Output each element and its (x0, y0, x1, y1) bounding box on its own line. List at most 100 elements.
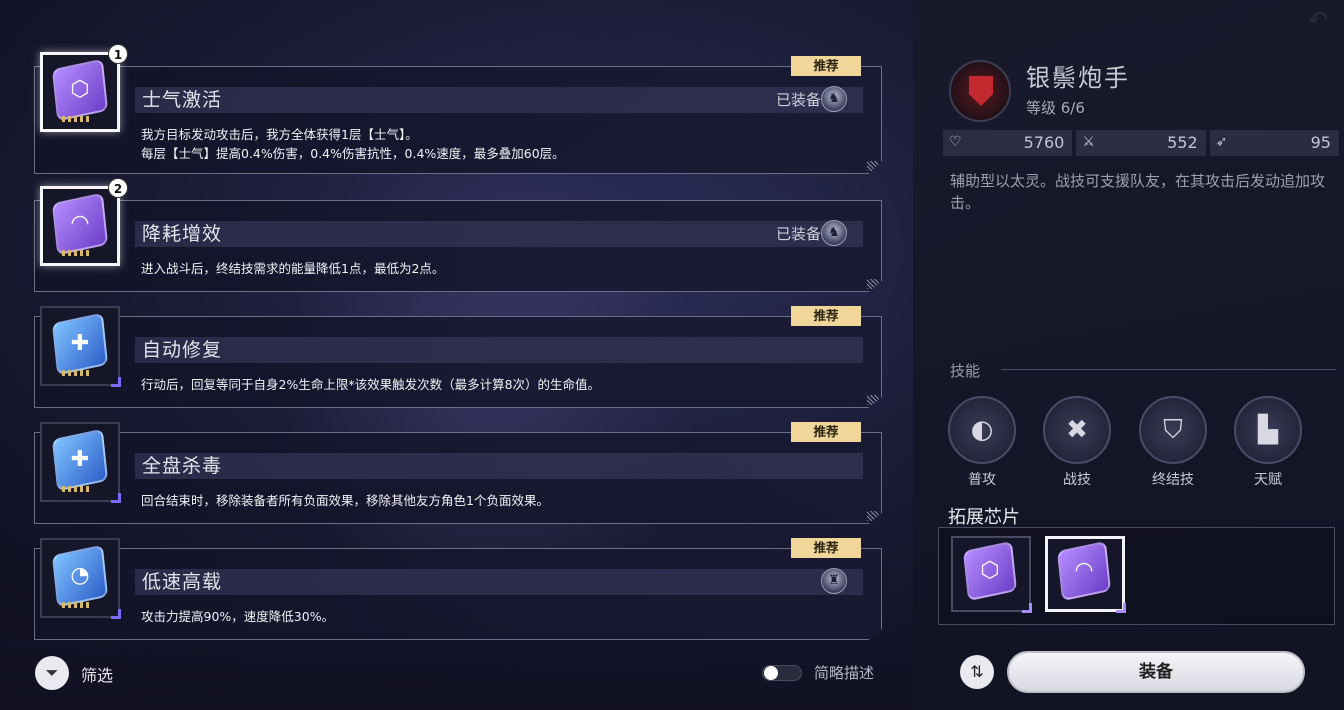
skill-ultimate[interactable]: ⛉ 终结技 (1138, 396, 1208, 489)
corner-accent (111, 377, 121, 387)
recommended-tag: 推荐 (791, 56, 861, 76)
corner-decoration (867, 395, 879, 405)
name-bar (135, 453, 863, 479)
chip-description: 回合结束时，移除装备者所有负面效果，移除其他友方角色1个负面效果。 (141, 493, 549, 508)
skill-basic-attack[interactable]: ◐ 普攻 (947, 396, 1017, 489)
name-bar (135, 87, 863, 113)
chip-name: 士气激活 (142, 89, 223, 111)
skill-icon: ✖ (1043, 396, 1111, 464)
chip-name: 自动修复 (142, 339, 223, 361)
corner-accent (1022, 603, 1032, 613)
corner-accent (1116, 603, 1126, 613)
equip-button[interactable]: 装备 (1007, 651, 1305, 693)
skill-label: 天赋 (1254, 472, 1282, 488)
boost-icon: ◠ (1074, 558, 1094, 583)
talent-icon: ▙ (1234, 396, 1302, 464)
bottom-toolbar: ⏷ 筛选 简略描述 (0, 640, 912, 710)
chip-pins (62, 486, 92, 492)
chip-name: 全盘杀毒 (142, 455, 223, 477)
boost-icon: ◠ (70, 211, 90, 236)
slot-number-badge: 1 (108, 44, 128, 64)
heart-icon: ♡ (949, 134, 962, 150)
chip-pins (62, 602, 92, 608)
stat-atk-value: 552 (1167, 133, 1198, 152)
stats-row: ♡ 5760 ⚔ 552 ➶ 95 (943, 130, 1339, 156)
toggle-knob (764, 666, 778, 680)
filter-label[interactable]: 筛选 (81, 662, 113, 686)
shield-icon (969, 76, 993, 106)
filter-icon[interactable]: ⏷ (35, 656, 69, 690)
swap-icon[interactable]: ⇅ (960, 655, 994, 689)
chip-description: 攻击力提高90%，速度降低30%。 (141, 609, 335, 624)
skill-label: 战技 (1063, 472, 1091, 488)
sword-icon: ⚔ (1082, 134, 1095, 150)
name-bar (135, 221, 863, 247)
chip-pins (62, 250, 92, 256)
chip-card-1[interactable]: 士气激活 已装备 ♞ 我方目标发动攻击后，我方全体获得1层【士气】。 每层【士气… (34, 66, 882, 174)
ext-chip-title: 拓展芯片 (948, 507, 1020, 528)
character-panel: 银鬃炮手 等级 6/6 ♡ 5760 ⚔ 552 ➶ 95 辅助型以太灵。战技可… (913, 0, 1344, 710)
skill-talent[interactable]: ▙ 天赋 (1233, 396, 1303, 489)
chip-pins (62, 116, 92, 122)
character-name: 银鬃炮手 (1026, 64, 1130, 92)
owner-avatar-icon: ♜ (821, 568, 847, 594)
slot-number-badge: 2 (108, 178, 128, 198)
stat-hp-value: 5760 (1023, 133, 1065, 152)
cleanse-icon: ✚ (70, 447, 90, 472)
corner-decoration (867, 161, 879, 171)
character-description: 辅助型以太灵。战技可支援队友，在其攻击后发动追加攻击。 (950, 172, 1326, 212)
chip-icon-5[interactable]: ◔ (40, 538, 121, 619)
chip-description: 行动后，回复等同于自身2%生命上限*该效果触发次数（最多计算8次）的生命值。 (141, 377, 601, 392)
stat-spd: ➶ 95 (1209, 130, 1339, 156)
stat-atk: ⚔ 552 (1076, 130, 1206, 156)
basic-attack-icon: ◐ (948, 396, 1016, 464)
brief-description-label: 简略描述 (814, 664, 875, 682)
skill-battle[interactable]: ✖ 战技 (1042, 396, 1112, 489)
chip-pins (62, 370, 92, 376)
equipped-label: 已装备 (775, 225, 821, 243)
brief-description-toggle[interactable] (762, 665, 802, 681)
name-bar (135, 569, 863, 595)
chip-description: 进入战斗后，终结技需求的能量降低1点，最低为2点。 (141, 261, 445, 276)
corner-decoration (867, 511, 879, 521)
chip-card-3[interactable]: 自动修复 行动后，回复等同于自身2%生命上限*该效果触发次数（最多计算8次）的生… (34, 316, 882, 408)
equipped-label: 已装备 (775, 91, 821, 109)
ext-chip-slot-1[interactable]: ⬡ (951, 536, 1032, 613)
recommended-tag: 推荐 (791, 538, 861, 558)
section-divider (1001, 369, 1336, 370)
character-emblem-icon (949, 60, 1011, 122)
stat-hp: ♡ 5760 (943, 130, 1073, 156)
speed-icon: ◔ (70, 563, 90, 588)
chip-card-5[interactable]: 低速高载 ♜ 攻击力提高90%，速度降低30%。 (34, 548, 882, 640)
skills-title: 技能 (950, 362, 981, 380)
chip-icon-2[interactable]: ◠ 2 (40, 178, 128, 266)
corner-accent (111, 493, 121, 503)
character-level: 等级 6/6 (1026, 99, 1085, 117)
chip-icon-4[interactable]: ✚ (40, 422, 121, 503)
skill-label: 终结技 (1152, 472, 1194, 488)
corner-decoration (867, 279, 879, 289)
heal-icon: ✚ (70, 331, 90, 356)
chip-card-2[interactable]: 降耗增效 已装备 ♞ 进入战斗后，终结技需求的能量降低1点，最低为2点。 (34, 200, 882, 292)
recommended-tag: 推荐 (791, 422, 861, 442)
badge-icon: ⬡ (980, 558, 1000, 583)
boot-icon: ➶ (1215, 134, 1228, 150)
skill-label: 普攻 (968, 472, 996, 488)
chip-description: 我方目标发动攻击后，我方全体获得1层【士气】。 每层【士气】提高0.4%伤害，0… (141, 127, 565, 161)
ext-chip-slot-2[interactable]: ◠ (1045, 536, 1126, 613)
name-bar (135, 337, 863, 363)
corner-accent (111, 609, 121, 619)
chip-card-4[interactable]: 全盘杀毒 回合结束时，移除装备者所有负面效果，移除其他友方角色1个负面效果。 (34, 432, 882, 524)
ext-chip-slots: ⬡ ◠ (938, 527, 1335, 625)
chip-name: 降耗增效 (142, 223, 223, 245)
chip-icon-1[interactable]: ⬡ 1 (40, 44, 128, 132)
owner-avatar-icon: ♞ (821, 220, 847, 246)
recommended-tag: 推荐 (791, 306, 861, 326)
chip-icon-3[interactable]: ✚ (40, 306, 121, 387)
stat-spd-value: 95 (1310, 133, 1331, 152)
badge-icon: ⬡ (70, 77, 90, 102)
ultimate-icon: ⛉ (1139, 396, 1207, 464)
owner-avatar-icon: ♞ (821, 86, 847, 112)
chip-name: 低速高载 (142, 571, 223, 593)
chip-list: 士气激活 已装备 ♞ 我方目标发动攻击后，我方全体获得1层【士气】。 每层【士气… (0, 0, 900, 640)
